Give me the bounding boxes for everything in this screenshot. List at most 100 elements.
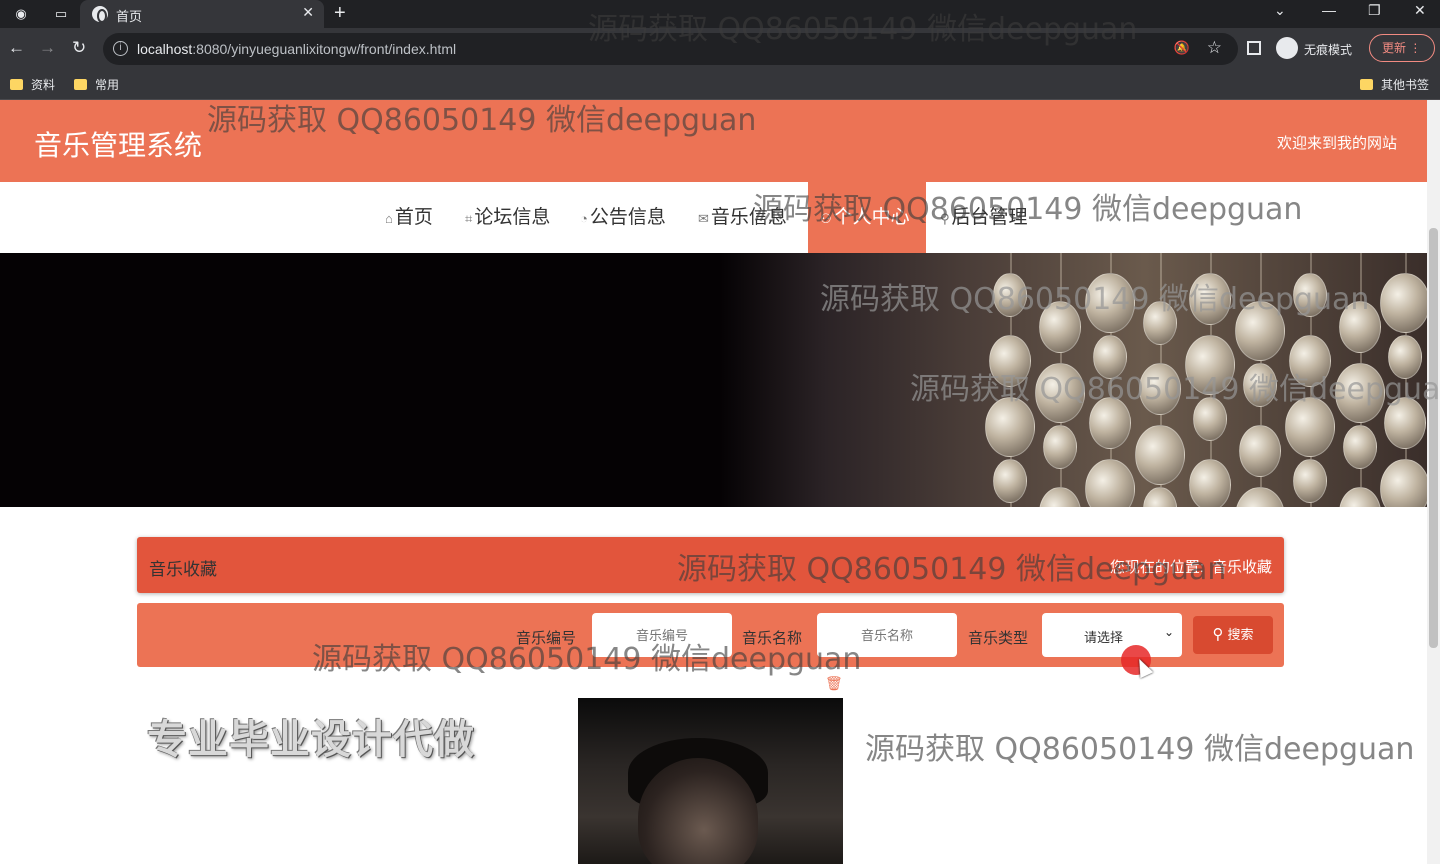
music-name-input[interactable] — [817, 613, 957, 657]
incognito-label: 无痕模式 — [1304, 43, 1353, 57]
site-info-icon[interactable]: i — [113, 41, 128, 56]
music-type-value: 请选择 — [1084, 630, 1124, 645]
nav-personal-center[interactable]: ⚇ 个人中心 — [808, 182, 926, 253]
nav-music[interactable]: ✉ 音乐信息 — [690, 182, 795, 253]
crystal-bead — [1380, 273, 1427, 333]
trash-icon[interactable]: 🗑 — [825, 675, 843, 692]
crystal-bead — [985, 397, 1035, 457]
breadcrumb-current[interactable]: 音乐收藏 — [1212, 559, 1272, 576]
crystal-bead — [1039, 301, 1081, 353]
music-id-input[interactable] — [592, 613, 732, 657]
bookmark-star-icon[interactable]: ☆ — [1207, 38, 1222, 58]
crystal-bead — [1093, 335, 1127, 379]
other-bookmarks[interactable]: 其他书签 — [1360, 76, 1429, 93]
banner-carousel[interactable] — [0, 253, 1427, 507]
nav-forum[interactable]: ⌗ 论坛信息 — [457, 182, 558, 253]
crystal-bead — [1239, 425, 1281, 477]
nav-home[interactable]: ⌂ 首页 — [377, 182, 441, 253]
crystal-bead — [993, 273, 1027, 317]
music-cover-image[interactable] — [578, 698, 843, 864]
chevron-down-icon: ⌄ — [1163, 625, 1174, 639]
site-title: 音乐管理系统 — [34, 129, 203, 162]
crystal-bead — [1388, 335, 1422, 379]
close-window-icon[interactable]: ✕ — [1414, 2, 1426, 19]
breadcrumb: 音乐收藏 您现在的位置: 音乐收藏 — [137, 537, 1284, 593]
tab-search-icon[interactable]: ▭ — [52, 5, 70, 23]
chevron-down-icon[interactable]: ⌄ — [1274, 2, 1286, 19]
welcome-text: 欢迎来到我的网站 — [1276, 135, 1397, 152]
search-icon: ⚲ — [1212, 626, 1224, 643]
bookmark-folder-1[interactable]: 资料 — [10, 76, 55, 93]
browser-toolbar: ← → ↻ i localhost:8080/yinyueguanlixiton… — [0, 28, 1440, 70]
notification-blocked-icon[interactable]: 🔕 — [1174, 40, 1190, 56]
nav-admin[interactable]: ⚲ 后台管理 — [932, 182, 1036, 253]
browser-tab[interactable]: 首页 ✕ — [80, 0, 324, 28]
crystal-bead — [1143, 301, 1177, 345]
crystal-bead — [1035, 363, 1085, 423]
url-text[interactable]: localhost:8080/yinyueguanlixitongw/front… — [137, 41, 456, 57]
new-tab-button[interactable]: + — [334, 2, 346, 25]
search-bar: 音乐编号 音乐名称 音乐类型 请选择 ⌄ ⚲搜索 — [137, 603, 1284, 667]
close-tab-icon[interactable]: ✕ — [302, 4, 314, 21]
crystal-bead — [1135, 425, 1185, 485]
tab-title: 首页 — [116, 9, 143, 24]
nav-notice[interactable]: ◔ 公告信息 — [572, 182, 674, 253]
link-icon: ⚲ — [940, 211, 950, 226]
crystal-bead — [1043, 425, 1077, 469]
crystal-bead — [1339, 301, 1381, 353]
crystal-bead — [1293, 273, 1327, 317]
dashboard-icon: ◔ — [580, 211, 588, 226]
crystal-bead — [993, 459, 1027, 503]
site-header: 音乐管理系统 欢迎来到我的网站 — [0, 100, 1427, 182]
browser-menu-icon[interactable]: ◉ — [12, 5, 30, 23]
music-name-label: 音乐名称 — [742, 630, 803, 647]
crystal-bead — [1193, 397, 1227, 441]
back-icon[interactable]: ← — [8, 38, 25, 58]
crystal-bead — [989, 335, 1031, 387]
crystal-bead — [1189, 459, 1231, 507]
restore-icon[interactable]: ❐ — [1368, 2, 1381, 19]
globe-icon — [92, 6, 108, 23]
music-id-label: 音乐编号 — [516, 630, 577, 647]
crystal-bead — [1343, 425, 1377, 469]
user-icon: ⚇ — [820, 211, 832, 226]
minimize-icon[interactable]: — — [1322, 2, 1336, 18]
side-panel-icon[interactable] — [1247, 41, 1261, 55]
folder-icon — [74, 79, 87, 90]
crystal-bead — [1189, 273, 1231, 325]
folder-icon — [1360, 79, 1373, 90]
search-button[interactable]: ⚲ 搜索 — [1193, 616, 1273, 654]
crystal-bead — [1139, 363, 1181, 415]
mail-icon: ✉ — [698, 211, 709, 226]
incognito-icon — [1276, 37, 1298, 59]
crystal-bead — [1289, 335, 1331, 387]
crystal-bead — [1243, 363, 1277, 407]
forum-icon: ⌗ — [465, 211, 473, 226]
scrollbar-thumb[interactable] — [1429, 228, 1438, 648]
promo-text: 专业毕业设计代做 — [147, 717, 475, 763]
page-title: 音乐收藏 — [149, 560, 217, 579]
reload-icon[interactable]: ↻ — [72, 38, 86, 58]
crystal-bead — [1285, 397, 1335, 457]
crystal-bead — [1380, 459, 1427, 507]
folder-icon — [10, 79, 23, 90]
crystal-bead — [1085, 273, 1135, 333]
crystal-bead — [1089, 397, 1131, 449]
bookmark-folder-2[interactable]: 常用 — [74, 76, 119, 93]
page-scrollbar[interactable] — [1427, 100, 1440, 864]
crystal-bead — [1235, 301, 1285, 361]
home-icon: ⌂ — [385, 211, 393, 226]
main-nav: ⌂ 首页 ⌗ 论坛信息 ◔ 公告信息 ✉ 音乐信息 ⚇ 个人中心 ⚲ 后台管理 — [0, 182, 1427, 253]
breadcrumb-label: 您现在的位置: — [1109, 559, 1204, 576]
forward-icon[interactable]: → — [39, 38, 56, 58]
crystal-bead — [1384, 397, 1426, 449]
browser-tab-bar: ◉ ▭ 首页 ✕ + ⌄ — ❐ ✕ — [0, 0, 1440, 28]
music-type-label: 音乐类型 — [968, 630, 1029, 647]
bookmarks-bar: 资料 常用 其他书签 — [0, 70, 1440, 100]
crystal-bead — [1293, 459, 1327, 503]
crystal-bead — [1185, 335, 1235, 395]
music-type-select[interactable]: 请选择 ⌄ — [1042, 613, 1182, 657]
breadcrumb-location: 您现在的位置: 音乐收藏 — [1102, 556, 1272, 577]
address-bar[interactable]: i localhost:8080/yinyueguanlixitongw/fro… — [103, 33, 1238, 65]
update-button[interactable]: 更新 ⋮ — [1369, 34, 1435, 62]
